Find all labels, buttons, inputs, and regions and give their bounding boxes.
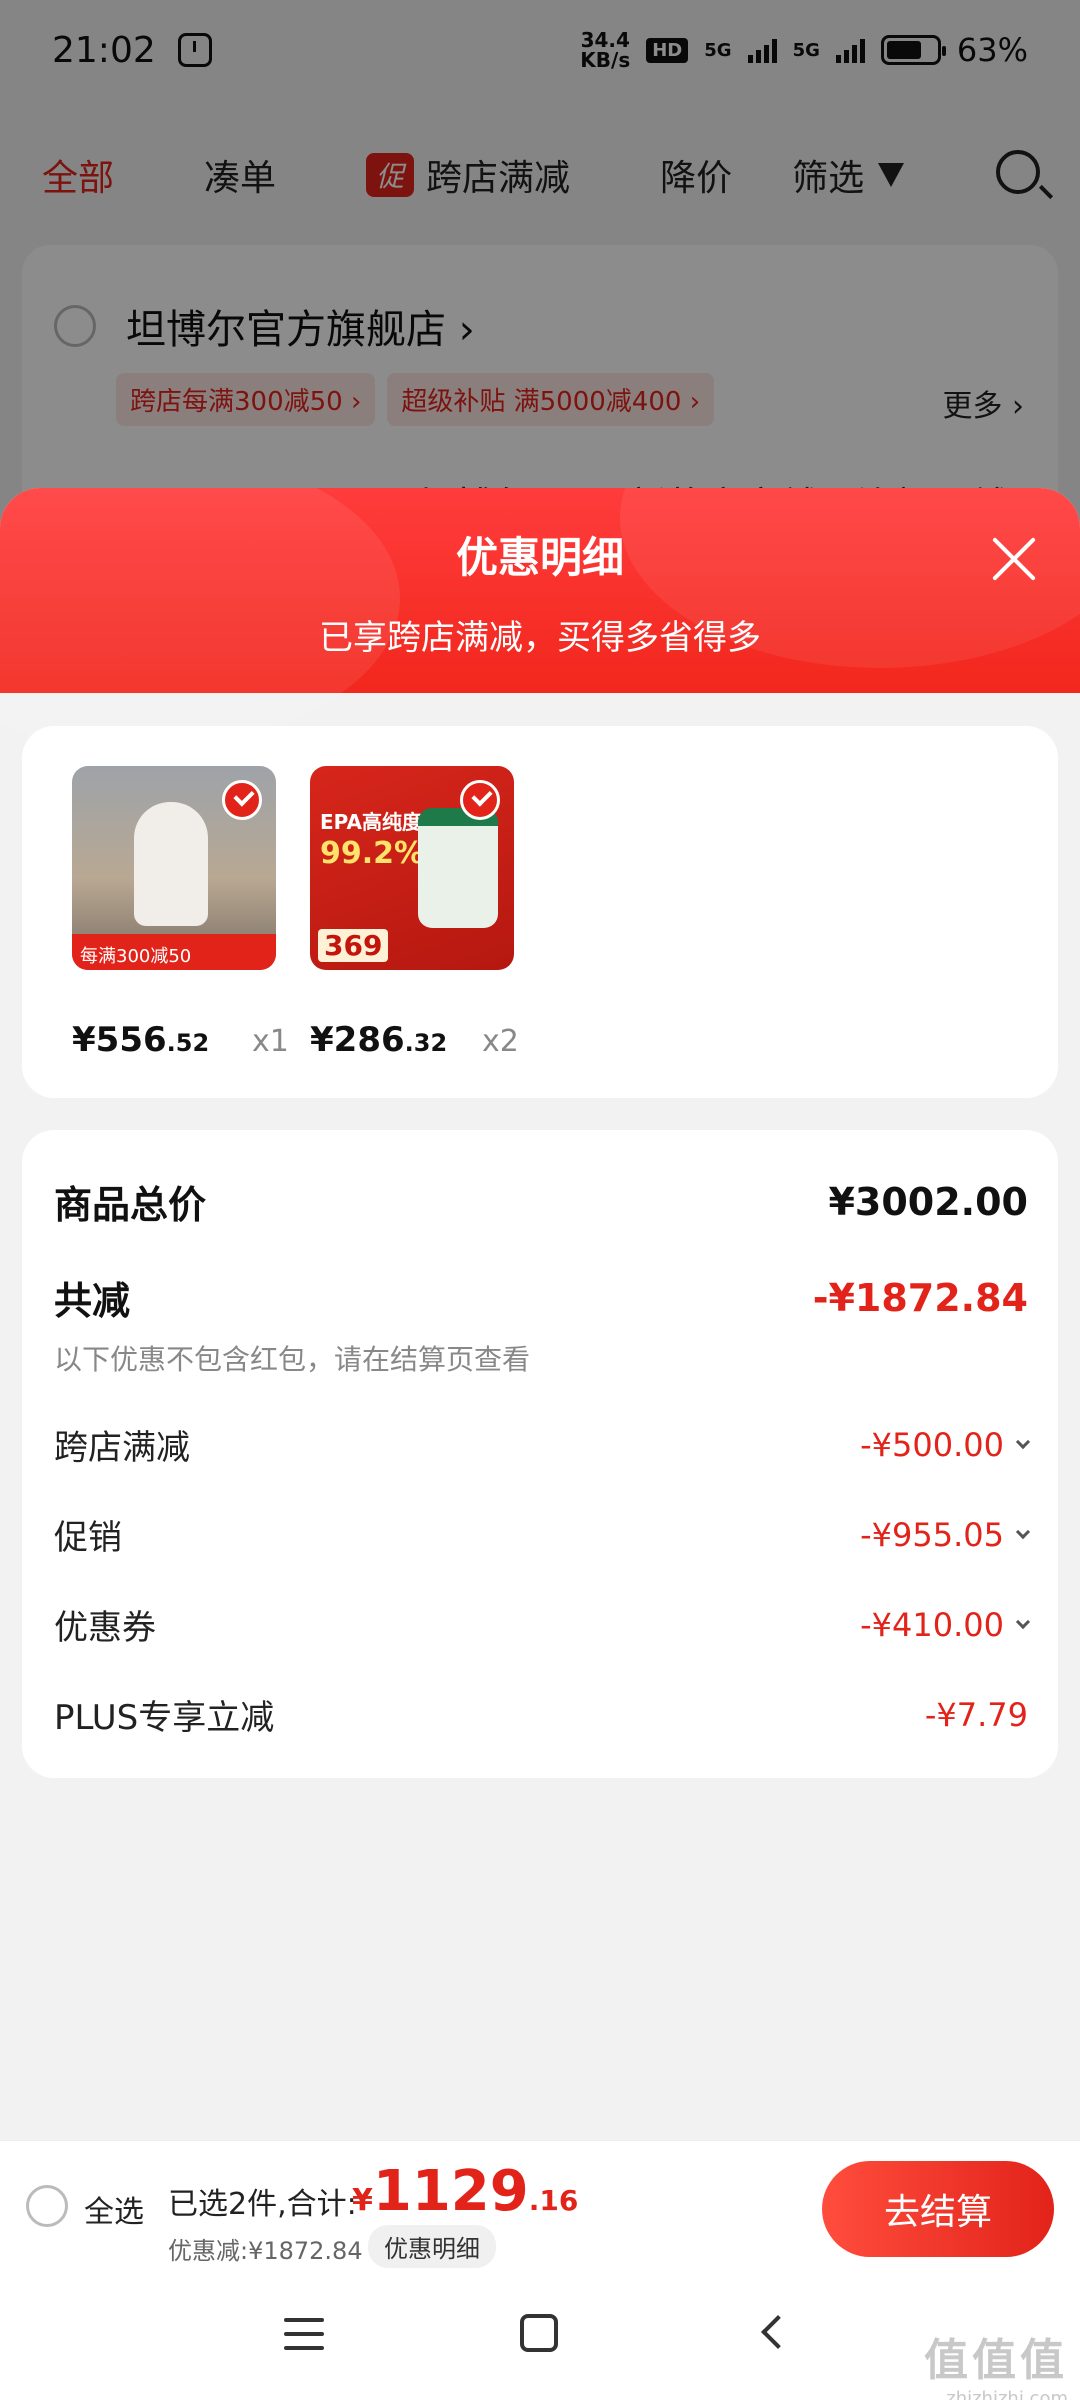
back-icon[interactable]: [761, 2315, 795, 2349]
thumb-price: 369: [318, 929, 389, 962]
product-thumbnail: 每满300减50: [72, 766, 276, 970]
reduce-value: -¥1872.84: [812, 1275, 1028, 1320]
discount-value: -¥500.00: [860, 1426, 1031, 1464]
product-price: ¥556.52: [72, 1020, 210, 1060]
discount-label: 优惠券: [54, 1608, 156, 1648]
chevron-down-icon: [1015, 1614, 1031, 1629]
menu-icon[interactable]: [284, 2318, 324, 2350]
supplement-bottle-image: [418, 808, 498, 928]
discount-value: -¥7.79: [924, 1695, 1028, 1734]
select-all-radio[interactable]: [26, 2185, 68, 2227]
discount-row-plus: PLUS专享立减 -¥7.79: [54, 1690, 1028, 1739]
discount-label: 跨店满减: [54, 1428, 190, 1468]
summary-note: 以下优惠不包含红包，请在结算页查看: [54, 1343, 531, 1376]
thumb-percent: 99.2%: [320, 836, 425, 871]
thumb-label: EPA高纯度: [320, 810, 422, 834]
chevron-down-icon: [1015, 1434, 1031, 1449]
product-item[interactable]: 每满300减50 ¥556.52 x1: [72, 766, 289, 1060]
discount-detail-button[interactable]: 优惠明细: [368, 2225, 496, 2268]
discount-value: -¥410.00: [860, 1606, 1031, 1644]
checkout-button[interactable]: 去结算: [822, 2161, 1054, 2257]
discount-row-cross-store[interactable]: 跨店满减 -¥500.00: [54, 1420, 1031, 1469]
checked-icon: [222, 780, 262, 820]
checked-icon: [460, 780, 500, 820]
product-price: ¥286.32: [310, 1020, 448, 1060]
product-qty: x1: [252, 1024, 289, 1059]
total-label: 商品总价: [54, 1183, 207, 1227]
discount-label: PLUS专享立减: [54, 1698, 275, 1738]
summary-total-row: 商品总价 ¥3002.00: [54, 1174, 1028, 1229]
product-item[interactable]: EPA高纯度 99.2% 369 ¥286.32 x2: [310, 766, 520, 1060]
discount-label: 促销: [54, 1518, 122, 1558]
chevron-down-icon: [1015, 1524, 1031, 1539]
discount-value: -¥955.05: [860, 1516, 1031, 1554]
total-value: ¥3002.00: [828, 1179, 1028, 1224]
reduce-label: 共减: [54, 1279, 131, 1323]
select-all-label[interactable]: 全选: [84, 2187, 144, 2231]
thumb-banner: 每满300减50: [72, 934, 276, 970]
watermark: 值值值 zhizhizhi.com: [924, 2335, 1068, 2400]
discount-detail-sheet: 优惠明细 已享跨店满减，买得多省得多 每满300减50 ¥556.52 x1 E…: [0, 488, 1080, 2268]
total-price: ¥1129.16: [352, 2159, 579, 2224]
selected-count: 已选2件,合计:: [168, 2187, 357, 2222]
discount-amount: 优惠减:¥1872.84: [168, 2237, 363, 2265]
summary-reduce-row: 共减 -¥1872.84: [54, 1270, 1028, 1325]
sheet-header: 优惠明细 已享跨店满减，买得多省得多: [0, 488, 1080, 748]
selected-products-card: 每满300减50 ¥556.52 x1 EPA高纯度 99.2% 369 ¥28…: [22, 726, 1058, 1098]
discount-row-promotion[interactable]: 促销 -¥955.05: [54, 1510, 1031, 1559]
price-summary-card: 商品总价 ¥3002.00 共减 -¥1872.84 以下优惠不包含红包，请在结…: [22, 1130, 1058, 1778]
sheet-subtitle: 已享跨店满减，买得多省得多: [319, 618, 761, 658]
sheet-title: 优惠明细: [455, 533, 624, 582]
close-icon[interactable]: [988, 532, 1040, 584]
coat-model-image: [134, 802, 208, 926]
discount-row-coupon[interactable]: 优惠券 -¥410.00: [54, 1600, 1031, 1649]
product-thumbnail: EPA高纯度 99.2% 369: [310, 766, 514, 970]
system-nav-bar: 值值值 zhizhizhi.com: [0, 2268, 1080, 2400]
home-icon[interactable]: [520, 2314, 558, 2352]
product-qty: x2: [482, 1024, 519, 1059]
checkout-bar: 全选 已选2件,合计: ¥1129.16 优惠减:¥1872.84 优惠明细 去…: [0, 2140, 1080, 2268]
